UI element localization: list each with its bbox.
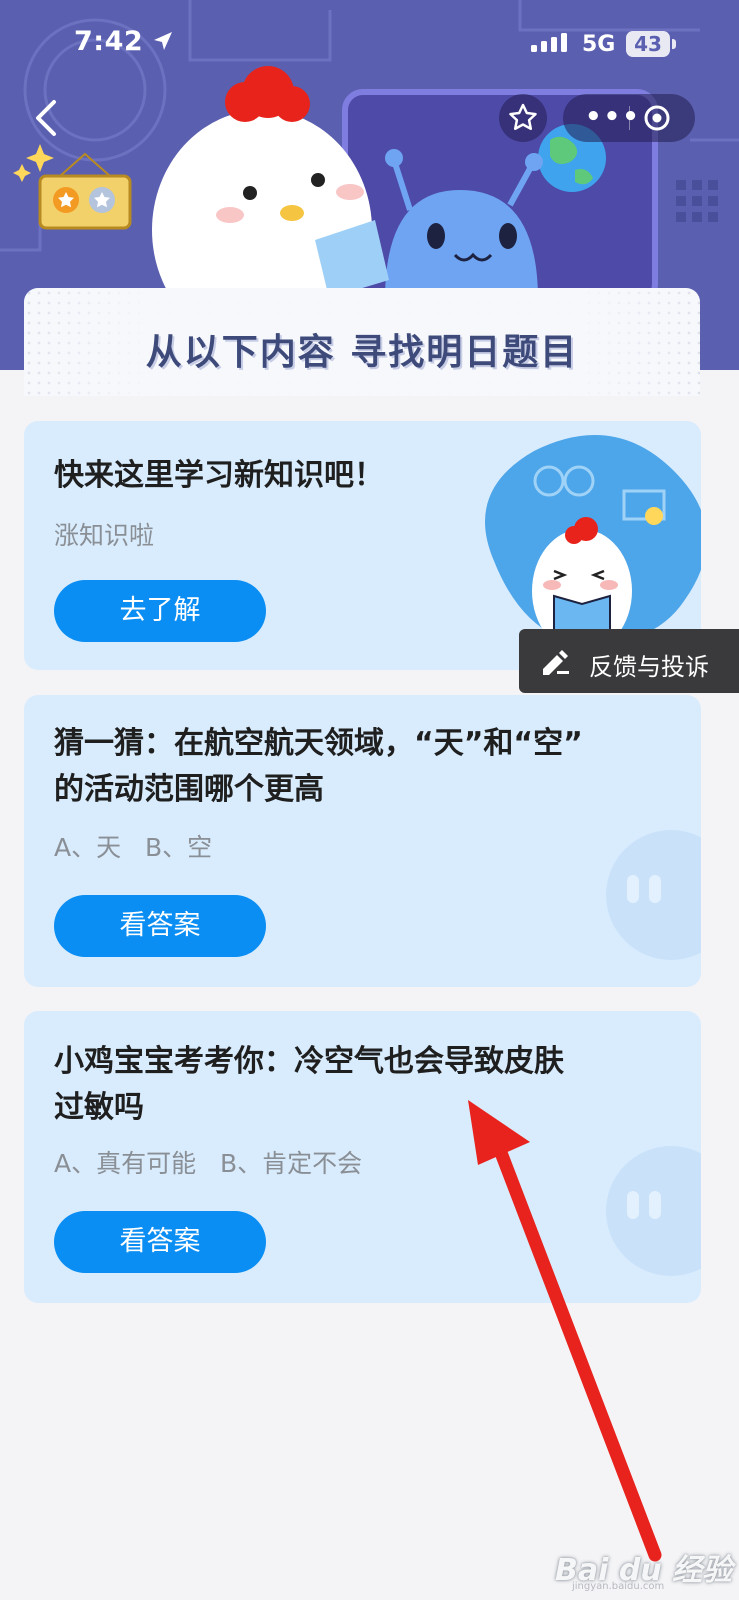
watermark-url: jingyan.baidu.com: [572, 1581, 665, 1592]
red-annotation-arrow: [468, 1100, 662, 1562]
